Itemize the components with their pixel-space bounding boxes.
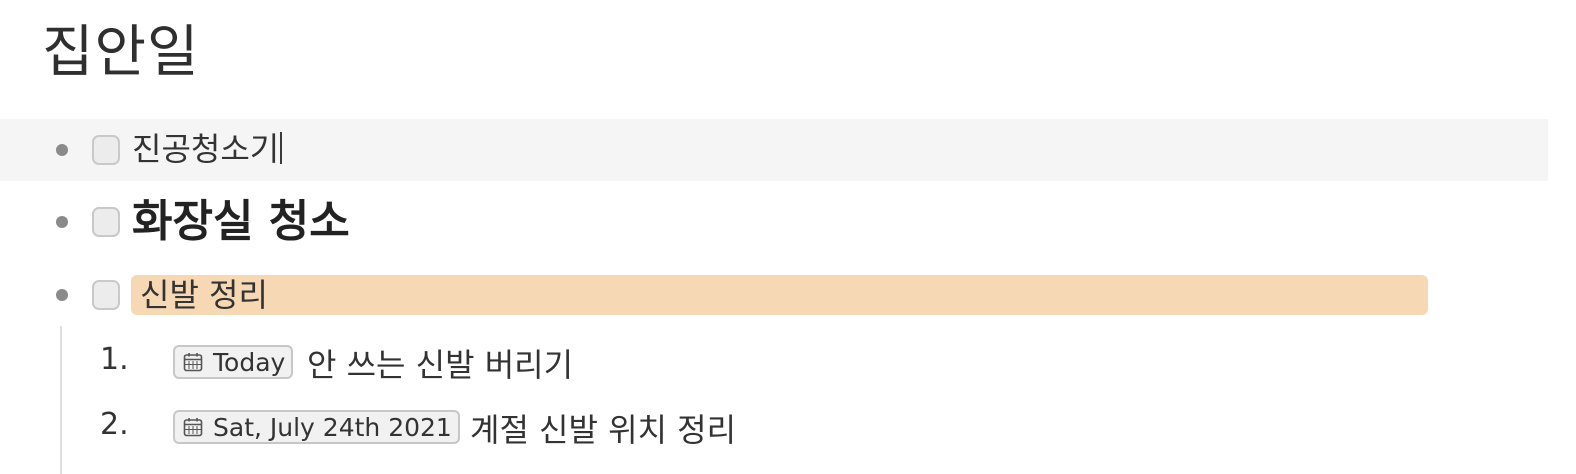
list-number: 2. (100, 407, 129, 442)
text-highlight (131, 275, 1428, 315)
task-row-shoes[interactable]: 신발 정리 (0, 272, 1548, 318)
task-row-bathroom[interactable]: 화장실 청소 (0, 190, 1548, 252)
date-chip[interactable]: Sat, July 24th 2021 (173, 410, 460, 444)
task-label[interactable]: 신발 정리 (140, 275, 268, 315)
date-chip[interactable]: Today (173, 345, 294, 379)
subtask-label[interactable]: 계절 신발 위치 정리 (470, 405, 736, 451)
checkbox-icon[interactable] (92, 207, 120, 237)
task-row-vacuum[interactable]: 진공청소기 (0, 119, 1548, 181)
checkbox-icon[interactable] (92, 135, 120, 165)
text-caret (280, 132, 283, 164)
calendar-icon (183, 353, 203, 372)
bullet-dot-icon[interactable] (56, 289, 68, 301)
checkbox-icon[interactable] (92, 280, 120, 310)
bullet-dot-icon[interactable] (56, 144, 68, 156)
date-chip-label: Sat, July 24th 2021 (213, 412, 452, 442)
task-label: 진공청소기 (132, 130, 280, 168)
bullet-dot-icon[interactable] (56, 216, 68, 228)
subtask-row[interactable]: 2. Sat, July 24th 2021 계절 신발 위치 정리 (0, 403, 1548, 453)
calendar-icon (183, 418, 203, 437)
subtask-row[interactable]: 1. Today 안 쓰는 신발 버리기 (0, 338, 1548, 388)
page-title[interactable]: 집안일 (42, 18, 200, 88)
task-text-editing[interactable]: 진공청소기 (132, 129, 283, 169)
date-chip-label: Today (213, 347, 286, 377)
subtask-label[interactable]: 안 쓰는 신발 버리기 (307, 340, 573, 386)
list-number: 1. (100, 342, 129, 377)
task-label[interactable]: 화장실 청소 (132, 196, 350, 248)
